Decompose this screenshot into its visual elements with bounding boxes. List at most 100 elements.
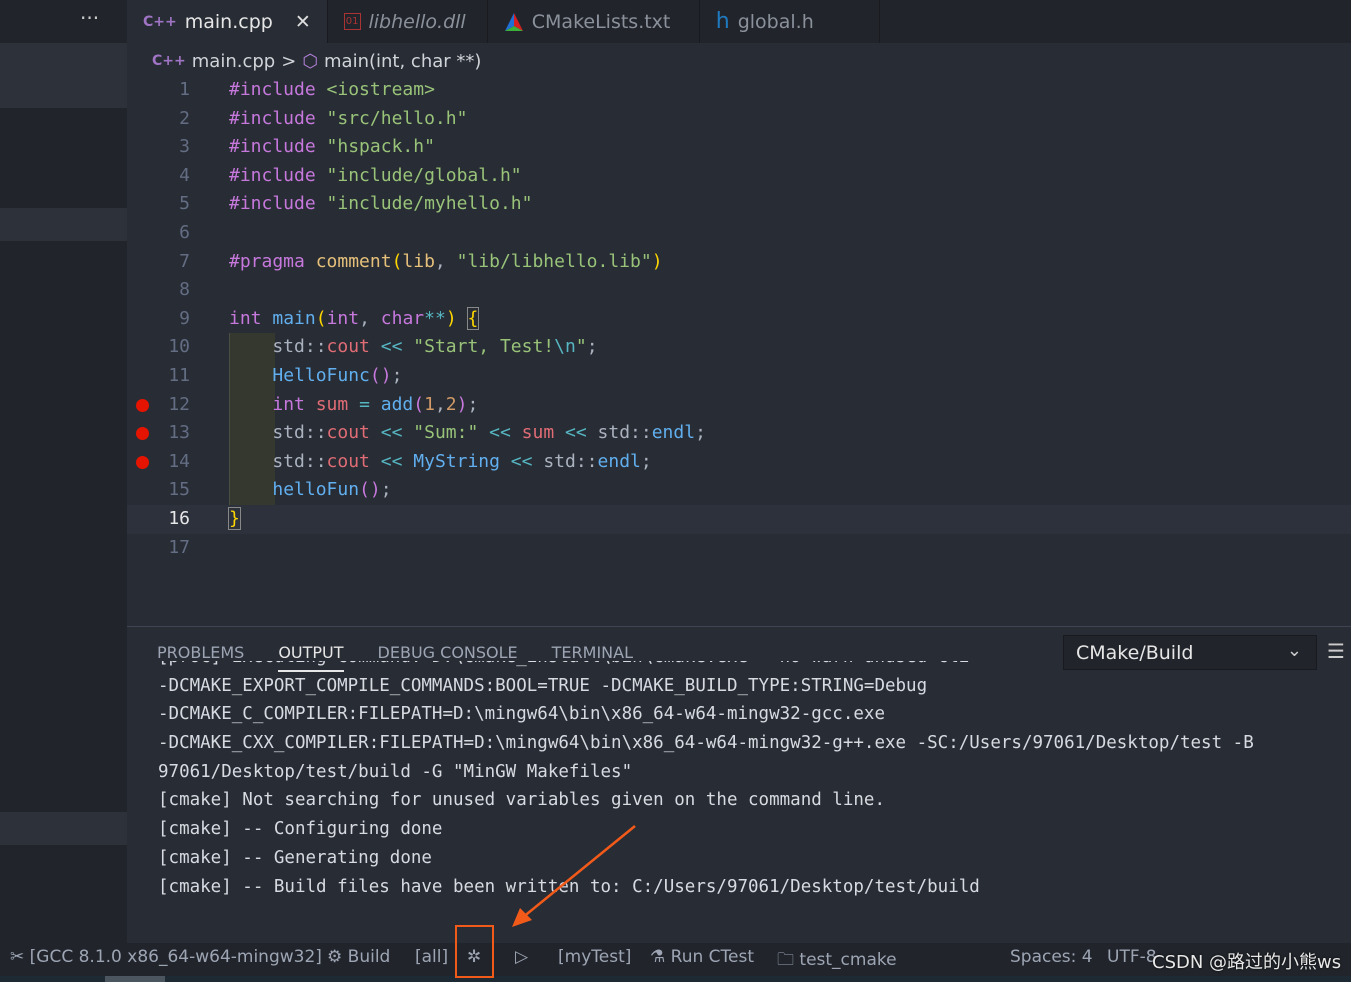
code-line[interactable]: 16} (127, 505, 1351, 534)
line-number: 9 (179, 307, 190, 329)
code-token: sum (315, 393, 349, 415)
code-token: #include (229, 79, 327, 100)
code-token: << (554, 422, 598, 444)
filter-list-icon[interactable]: ☰ (1327, 639, 1345, 663)
cmake-icon (504, 12, 523, 31)
code-token: () (359, 479, 381, 501)
close-icon[interactable]: ✕ (295, 11, 311, 33)
code-token: #include (229, 107, 327, 129)
code-token: <iostream> (326, 79, 435, 100)
code-token: lib (402, 250, 435, 272)
tab-libhello-dll[interactable]: 01 libhello.dll (328, 0, 488, 43)
line-number: 16 (168, 508, 190, 529)
code-token: "Sum:" (413, 422, 479, 444)
output-line: [proc] Executing command: D:\cmake_insta… (158, 661, 1351, 672)
code-token: #include (229, 164, 327, 186)
code-token: cout (326, 450, 370, 472)
code-token: " (575, 336, 587, 358)
code-line[interactable]: 2 #include "src/hello.h" (127, 105, 1351, 134)
code-editor[interactable]: 1 #include <iostream> 2 #include "src/hello… (127, 76, 1351, 626)
line-number: 12 (168, 393, 190, 415)
chevron-right-icon: > (281, 50, 297, 72)
code-line[interactable]: 5 #include "include/myhello.h" (127, 190, 1351, 219)
code-line[interactable]: 14 std::cout << MyString << std::endl; (127, 448, 1351, 477)
line-number: 11 (168, 365, 190, 386)
tab-global-h[interactable]: h global.h (700, 0, 880, 43)
code-line[interactable]: 3 #include "hspack.h" (127, 133, 1351, 162)
code-token: "include/global.h" (326, 164, 522, 186)
tab-main-cpp[interactable]: C++ main.cpp ✕ (127, 0, 328, 43)
output-line: [cmake] -- Configuring done (158, 819, 443, 840)
line-number: 1 (179, 79, 190, 100)
encoding[interactable]: UTF-8 (1107, 947, 1157, 967)
gear-icon: ⚙ (327, 947, 343, 967)
launch-target[interactable]: [myTest] (558, 947, 631, 967)
code-token: ( (413, 393, 425, 415)
tools-icon: ✂ (10, 947, 25, 967)
code-token: , (434, 250, 457, 272)
code-line[interactable]: 7 #pragma comment(lib, "lib/libhello.lib"… (127, 248, 1351, 277)
kit-selector[interactable]: ✂ [GCC 8.1.0 x86_64-w64-mingw32] (10, 947, 322, 967)
code-line[interactable]: 6 (127, 219, 1351, 248)
sidebar-band (0, 43, 127, 108)
kit-label: [GCC 8.1.0 x86_64-w64-mingw32] (29, 947, 322, 967)
code-text: int main(int, char**) { (229, 305, 480, 334)
run-play-icon[interactable]: ▷ (515, 947, 528, 967)
code-token: 2 (445, 393, 457, 415)
horizontal-scrollbar[interactable] (0, 976, 1351, 982)
code-line[interactable]: 10 std::cout << "Start, Test!\n"; (127, 333, 1351, 362)
line-number: 8 (179, 279, 190, 301)
code-line[interactable]: 1 #include <iostream> (127, 76, 1351, 105)
code-token: std:: (229, 336, 327, 358)
editor-tabs: C++ main.cpp ✕ 01 libhello.dll CMakeLists.t… (127, 0, 1351, 43)
build-button[interactable]: ⚙ Build (327, 947, 390, 967)
code-token: add (380, 393, 414, 415)
tab-cmakelists[interactable]: CMakeLists.txt (488, 0, 700, 43)
code-token: HelloFunc (272, 365, 370, 386)
code-token: ; (391, 365, 403, 386)
indentation[interactable]: Spaces: 4 (1010, 947, 1093, 967)
activity-sidebar: ··· (0, 0, 127, 943)
tab-label: libhello.dll (368, 10, 466, 33)
code-token: MyString (413, 450, 500, 472)
code-line[interactable]: 17 (127, 534, 1351, 563)
code-token: int (229, 307, 273, 329)
breadcrumb-symbol[interactable]: main(int, char **) (324, 51, 481, 72)
output-line: -DCMAKE_EXPORT_COMPILE_COMMANDS:BOOL=TRU… (158, 675, 928, 696)
tab-label: global.h (737, 10, 814, 33)
more-actions-icon[interactable]: ··· (80, 6, 99, 30)
code-token: "hspack.h" (326, 136, 435, 158)
code-token: endl (651, 422, 696, 444)
watermark: CSDN @路过的小熊ws (1152, 952, 1342, 973)
output-line: -DCMAKE_C_COMPILER:FILEPATH=D:\mingw64\b… (158, 704, 885, 725)
code-token: = (348, 393, 381, 415)
code-line[interactable]: 11 HelloFunc(); (127, 362, 1351, 391)
code-line[interactable]: 8 (127, 276, 1351, 305)
code-token: ; (586, 336, 598, 358)
line-number: 2 (179, 107, 190, 129)
line-number: 10 (168, 336, 190, 358)
code-line[interactable]: 12 int sum = add(1,2); (127, 391, 1351, 420)
code-line[interactable]: 4 #include "include/global.h" (127, 162, 1351, 191)
output-log[interactable]: [proc] Executing command: D:\cmake_insta… (158, 661, 1351, 941)
code-token: #pragma (229, 250, 316, 272)
folder-button[interactable]: 🗀 test_cmake (777, 947, 897, 976)
scrollbar-thumb[interactable] (105, 976, 165, 982)
code-line[interactable]: 13 std::cout << "Sum:" << sum << std::en… (127, 419, 1351, 448)
code-token: #include (229, 193, 327, 215)
code-line[interactable]: 15 helloFun(); (127, 476, 1351, 505)
run-ctest-button[interactable]: ⚗ Run CTest (650, 947, 754, 967)
code-token: } (228, 507, 241, 530)
code-token: { (466, 306, 480, 330)
code-text: std::cout << MyString << std::endl; (229, 448, 651, 477)
code-line[interactable]: 9 int main(int, char**) { (127, 305, 1351, 334)
code-token: << (369, 450, 414, 472)
breadcrumb-file[interactable]: main.cpp (192, 51, 275, 72)
status-bar: ✂ [GCC 8.1.0 x86_64-w64-mingw32] ⚙ Build… (0, 943, 1351, 976)
cube-icon: ⬡ (302, 50, 319, 72)
build-target[interactable]: [all] (415, 947, 448, 967)
